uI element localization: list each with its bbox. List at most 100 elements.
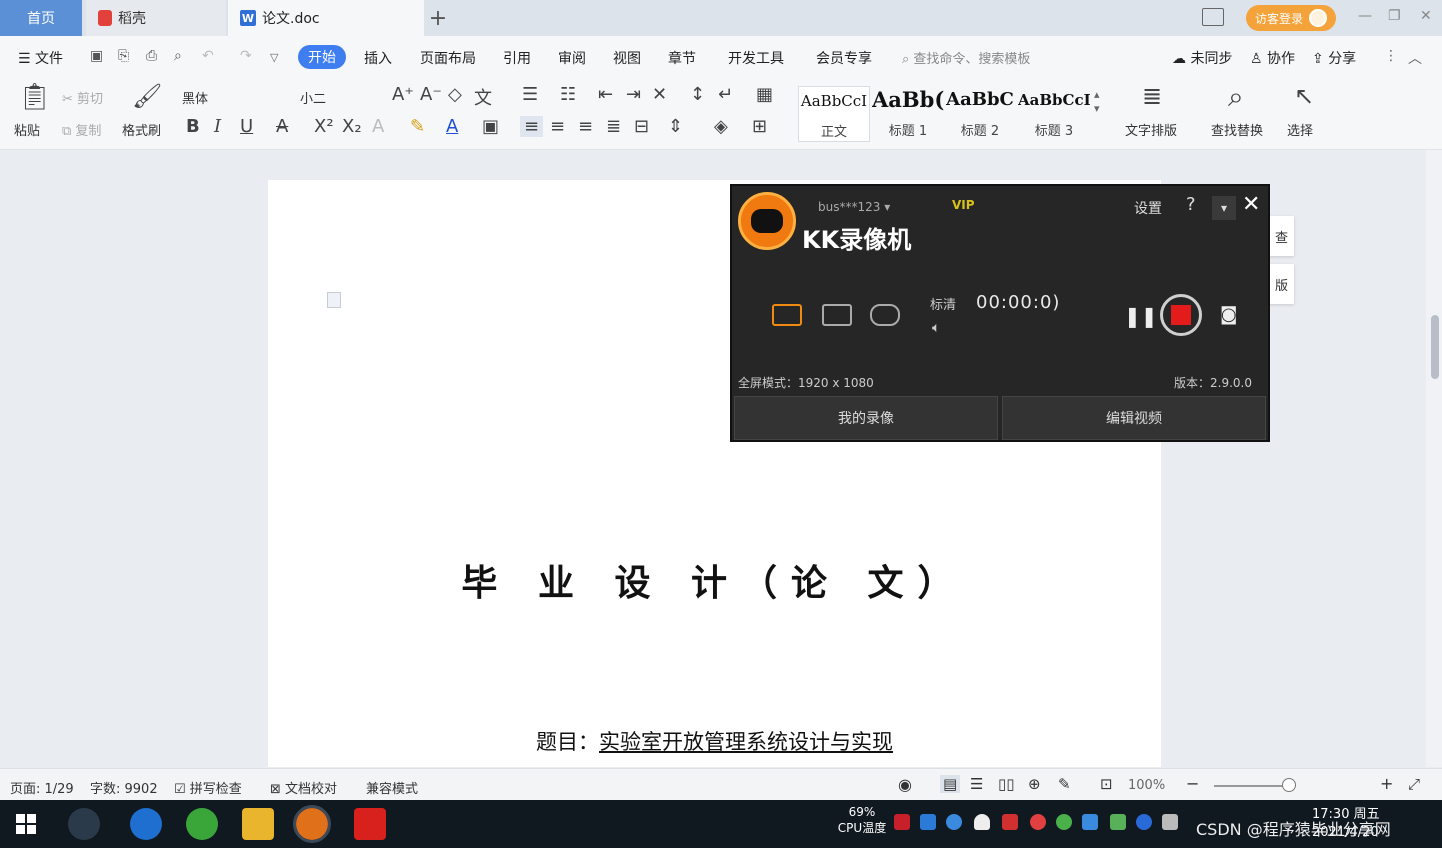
windows-start-icon[interactable] <box>16 814 36 834</box>
paste-button[interactable]: 粘贴 <box>14 120 40 139</box>
quality-select[interactable]: 标清 <box>930 294 956 313</box>
font-color-icon[interactable]: A <box>446 116 458 137</box>
phonetic-icon[interactable]: 文 <box>474 84 492 110</box>
tray-app-icon[interactable] <box>1082 814 1098 830</box>
doc-proof-button[interactable]: ⊠ 文档校对 <box>270 778 337 797</box>
pinwheel-app-icon[interactable] <box>68 808 100 840</box>
tab-view[interactable]: 视图 <box>613 48 641 68</box>
recorder-close-button[interactable]: ✕ <box>1242 192 1260 217</box>
style-heading-3[interactable]: AaBbCcI 标题 3 <box>1018 86 1090 142</box>
tab-home[interactable]: 首页 <box>0 0 82 36</box>
style-heading-2[interactable]: AaBbC 标题 2 <box>944 86 1016 142</box>
sync-status[interactable]: ☁ 未同步 <box>1172 48 1232 68</box>
strikethrough-icon[interactable]: A <box>276 116 288 137</box>
collapse-ribbon-icon[interactable]: ︿ <box>1408 48 1422 68</box>
distribute-icon[interactable]: ⊟ <box>634 116 649 137</box>
login-button[interactable]: 访客登录 <box>1246 5 1336 31</box>
decrease-indent-icon[interactable]: ⇤ <box>598 84 613 105</box>
share-button[interactable]: ⇪ 分享 <box>1312 48 1356 68</box>
fullscreen-icon[interactable]: ⤢ <box>1408 775 1420 793</box>
spellcheck-button[interactable]: ☑ 拼写检查 <box>174 778 242 797</box>
save-icon[interactable]: ▣ <box>90 48 103 64</box>
text-layout-icon[interactable]: ≣ <box>1142 82 1162 110</box>
window-layout-icon[interactable] <box>1202 8 1224 26</box>
print-icon[interactable]: ⎙ <box>146 48 157 64</box>
help-icon[interactable]: ? <box>1186 194 1196 215</box>
subscript-icon[interactable]: X₂ <box>342 116 362 137</box>
italic-icon[interactable]: I <box>214 116 221 137</box>
line-spacing-icon[interactable]: ⇕ <box>668 116 683 137</box>
bluetooth-icon[interactable] <box>1136 814 1152 830</box>
notification-bell-icon[interactable] <box>974 814 990 830</box>
more-icon[interactable]: ⋮ <box>1384 48 1398 64</box>
shading-icon[interactable]: ◈ <box>714 116 728 137</box>
ie-browser-icon[interactable] <box>130 808 162 840</box>
tab-daoke[interactable]: 稻壳 <box>86 0 226 36</box>
tab-vip[interactable]: 会员专享 <box>816 48 872 68</box>
shield-icon[interactable] <box>946 814 962 830</box>
word-count[interactable]: 字数: 9902 <box>90 778 158 797</box>
style-heading-1[interactable]: AaBb( 标题 1 <box>872 86 944 142</box>
scrollbar-thumb[interactable] <box>1431 315 1439 379</box>
edit-video-button[interactable]: 编辑视频 <box>1002 396 1266 440</box>
360-browser-icon[interactable] <box>186 808 218 840</box>
chinese-layout-icon[interactable]: ✕ <box>652 84 667 105</box>
export-icon[interactable]: ⎘ <box>118 48 129 64</box>
eye-protection-icon[interactable]: ◉ <box>898 775 912 794</box>
window-mode-icon[interactable] <box>822 304 852 326</box>
tab-start[interactable]: 开始 <box>298 45 346 69</box>
grow-font-icon[interactable]: A⁺ <box>392 84 414 105</box>
tray-app-icon[interactable] <box>1002 814 1018 830</box>
collab-button[interactable]: ♙ 协作 <box>1250 48 1295 68</box>
quick-access-dropdown-icon[interactable]: ▽ <box>270 51 278 64</box>
zoom-in-icon[interactable]: + <box>1380 774 1393 793</box>
tray-app-icon[interactable] <box>1030 814 1046 830</box>
zoom-level[interactable]: 100% <box>1128 778 1165 793</box>
recorder-user[interactable]: bus***123 ▾ <box>818 200 890 214</box>
zoom-slider-handle[interactable] <box>1282 778 1296 792</box>
wps-taskbar-icon[interactable] <box>354 808 386 840</box>
kk-recorder-taskbar-icon[interactable] <box>293 805 331 843</box>
style-normal[interactable]: AaBbCcI 正文 <box>798 86 870 142</box>
increase-indent-icon[interactable]: ⇥ <box>626 84 641 105</box>
tray-app-icon[interactable] <box>920 814 936 830</box>
shrink-font-icon[interactable]: A⁻ <box>420 84 442 105</box>
bullet-list-icon[interactable]: ☰ <box>522 84 538 105</box>
find-replace-button[interactable]: 查找替换 <box>1211 120 1263 139</box>
recorder-settings-button[interactable]: 设置 <box>1134 198 1162 218</box>
tray-app-icon[interactable] <box>1056 814 1072 830</box>
page-view-icon[interactable]: ▤ <box>940 775 961 793</box>
record-stop-button[interactable] <box>1160 294 1202 336</box>
format-painter-button[interactable]: 格式刷 <box>122 120 161 139</box>
pause-icon[interactable]: ❚❚ <box>1124 304 1158 328</box>
text-layout-button[interactable]: 文字排版 <box>1125 120 1177 139</box>
my-videos-button[interactable]: 我的录像 <box>734 396 998 440</box>
align-right-icon[interactable]: ≡ <box>578 116 593 137</box>
tab-page-layout[interactable]: 页面布局 <box>420 48 476 68</box>
tab-devtools[interactable]: 开发工具 <box>728 48 784 68</box>
cpu-temp-widget[interactable]: 69% CPU温度 <box>834 804 890 836</box>
cursor-select-icon[interactable]: ↖ <box>1294 82 1314 110</box>
cut-button[interactable]: ✂ 剪切 <box>62 88 103 107</box>
zoom-out-icon[interactable]: − <box>1186 774 1199 793</box>
table-icon[interactable]: ▦ <box>756 84 773 105</box>
justify-icon[interactable]: ≣ <box>606 116 621 137</box>
bold-icon[interactable]: B <box>186 116 200 137</box>
file-menu[interactable]: ☰ 文件 <box>18 48 63 68</box>
sort-icon[interactable]: ↕ <box>690 84 705 105</box>
copy-button[interactable]: ⧉ 复制 <box>62 120 101 139</box>
fit-page-icon[interactable]: ⊡ <box>1100 775 1113 793</box>
redo-icon[interactable]: ↷ <box>240 48 252 64</box>
select-button[interactable]: 选择 <box>1287 120 1313 139</box>
tab-reference[interactable]: 引用 <box>503 48 531 68</box>
format-painter-icon[interactable]: 🖌︎ <box>132 82 162 110</box>
new-tab-button[interactable]: + <box>426 4 450 32</box>
close-button[interactable]: ✕ <box>1420 8 1432 24</box>
text-effect-icon[interactable]: A <box>372 116 384 137</box>
numbered-list-icon[interactable]: ☷ <box>560 84 576 105</box>
font-size-select[interactable]: 小二 <box>300 88 326 107</box>
nvidia-icon[interactable] <box>1110 814 1126 830</box>
web-view-icon[interactable]: ⊕ <box>1028 775 1041 793</box>
outline-view-icon[interactable]: ☰ <box>970 775 983 793</box>
volume-icon[interactable]: 🔈︎ <box>932 320 940 336</box>
